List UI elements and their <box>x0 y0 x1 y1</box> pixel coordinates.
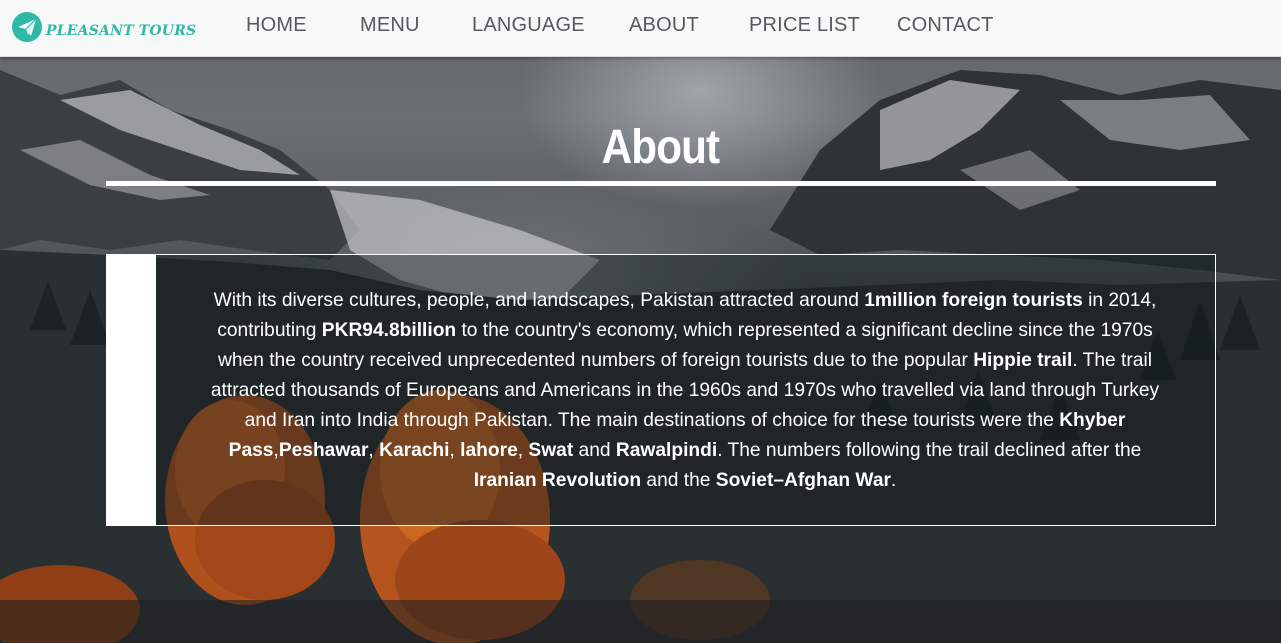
nav-about-link[interactable]: ABOUT <box>629 14 699 37</box>
about-text: With its diverse cultures, people, and l… <box>213 290 865 311</box>
nav-contact-link[interactable]: CONTACT <box>897 14 994 37</box>
about-text: and <box>573 440 616 461</box>
paper-plane-icon <box>12 12 42 42</box>
nav-price-list-link[interactable]: PRICE LIST <box>749 14 860 37</box>
navbar: PLEASANT TOURS HOME MENU LANGUAGE ABOUT … <box>0 0 1281 57</box>
about-text: and the <box>641 470 716 491</box>
highlight-hippie-trail: Hippie trail <box>973 350 1073 371</box>
highlight-swat: Swat <box>528 440 574 461</box>
highlight-tourist-count: 1million foreign tourists <box>864 290 1083 311</box>
about-text: . The numbers following the trail declin… <box>717 440 1142 461</box>
about-content-box: With its diverse cultures, people, and l… <box>106 254 1216 526</box>
page-title: About <box>601 121 720 174</box>
nav-home-link[interactable]: HOME <box>246 14 307 37</box>
highlight-rawalpindi: Rawalpindi <box>615 440 718 461</box>
about-text: , <box>517 440 529 461</box>
highlight-soviet-afghan-war: Soviet–Afghan War <box>715 470 891 491</box>
highlight-lahore: lahore <box>460 440 518 461</box>
nav-menu-link[interactable]: MENU <box>360 14 420 37</box>
title-divider <box>106 181 1216 186</box>
highlight-revenue: PKR94.8billion <box>321 320 457 341</box>
content-accent-bar <box>107 255 156 525</box>
about-text: , <box>368 440 380 461</box>
brand-logo[interactable]: PLEASANT TOURS <box>11 10 196 44</box>
highlight-iranian-revolution: Iranian Revolution <box>473 470 642 491</box>
about-text: , <box>449 440 461 461</box>
highlight-peshawar: Peshawar <box>278 440 369 461</box>
about-paragraph: With its diverse cultures, people, and l… <box>205 286 1165 496</box>
brand-name: PLEASANT TOURS <box>46 22 197 39</box>
page: PLEASANT TOURS HOME MENU LANGUAGE ABOUT … <box>0 0 1281 643</box>
nav-language-link[interactable]: LANGUAGE <box>472 14 585 37</box>
about-text: . <box>890 470 897 491</box>
highlight-karachi: Karachi <box>379 440 450 461</box>
